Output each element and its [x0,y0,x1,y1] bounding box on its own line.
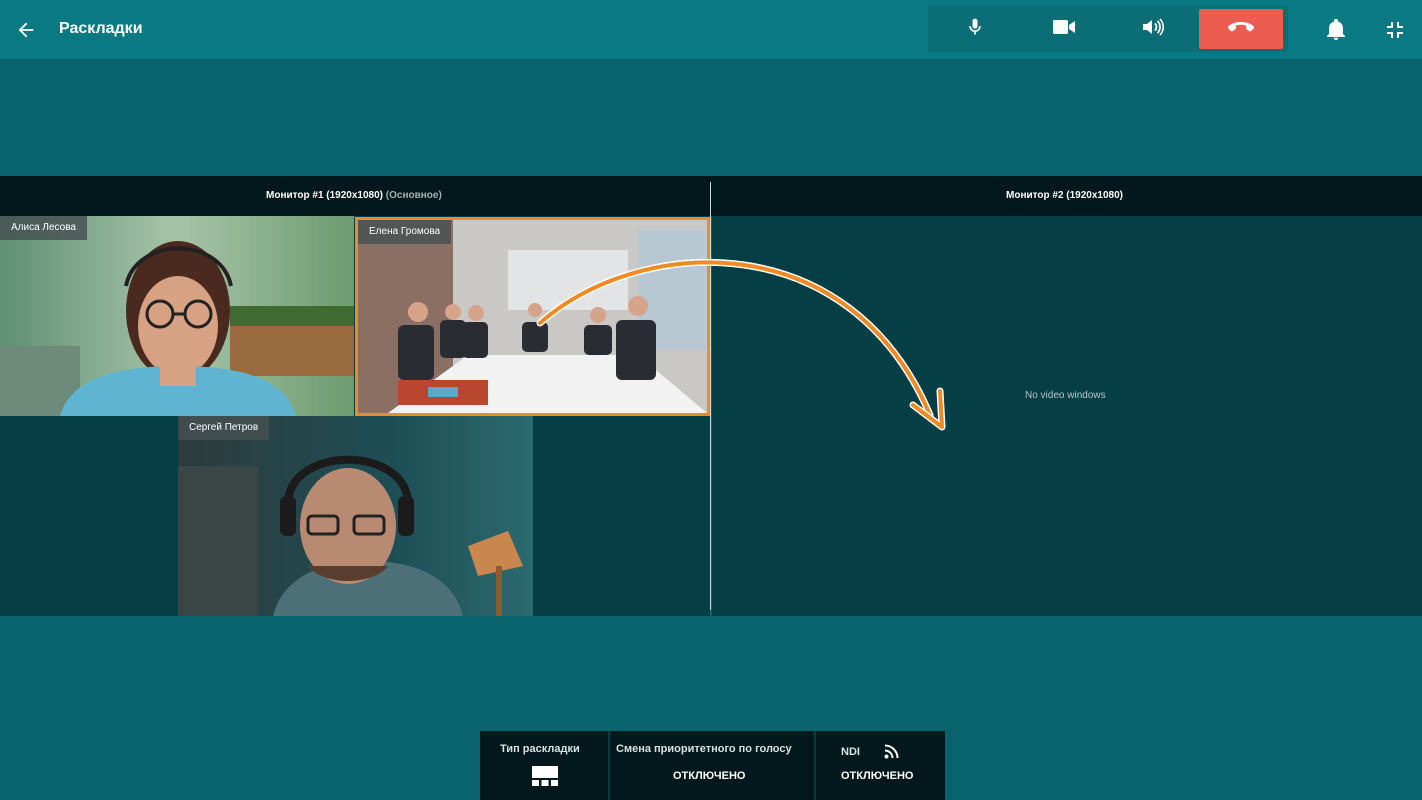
camera-button[interactable] [1034,9,1094,49]
speaker-volume-icon [1141,17,1165,42]
page-title: Раскладки [59,20,143,37]
monitor-1-name: Монитор #1 (1920x1080) [266,190,384,201]
arrow-left-icon[interactable] [12,16,40,44]
hang-up-button[interactable] [1199,9,1283,49]
participant-name-tag: Елена Громова [358,220,452,244]
monitor-1-title: Монитор #1 (1920x1080) (Основное) [266,190,442,201]
hang-up-phone-icon [1227,19,1255,40]
video-frame-sergey [178,416,533,616]
call-controls [928,6,1288,52]
video-camera-icon [1052,17,1076,42]
exit-fullscreen-icon[interactable] [1381,16,1409,44]
participant-name-tag: Сергей Петров [178,416,270,440]
layout-type-label: Тип раскладки [500,743,580,755]
layout-type-button[interactable]: Тип раскладки [480,731,608,800]
ndi-label: NDI [841,746,860,758]
ndi-value: ОТКЛЮЧЕНО [841,770,914,782]
voice-priority-label: Смена приоритетного по голосу [616,743,792,755]
video-tile-alice[interactable]: Алиса Лесова [0,216,354,416]
monitor-1-primary-label: (Основное) [385,190,442,201]
broadcast-rss-icon [884,744,899,764]
video-tile-sergey[interactable]: Сергей Петров [178,416,533,616]
monitor-2-empty-text: No video windows [1025,390,1106,401]
microphone-button[interactable] [945,9,1005,49]
monitor-2-title: Монитор #2 (1920x1080) [1006,190,1124,201]
participant-name-tag: Алиса Лесова [0,216,87,240]
monitors-header: Монитор #1 (1920x1080) (Основное) Монито… [0,176,1422,216]
ndi-toggle[interactable]: NDI ОТКЛЮЧЕНО [816,731,945,800]
bell-icon[interactable] [1322,16,1350,44]
drag-arrow-icon [536,258,946,431]
voice-priority-value: ОТКЛЮЧЕНО [673,770,746,782]
top-bar: Раскладки [0,0,1422,59]
speaker-button[interactable] [1123,9,1183,49]
voice-priority-toggle[interactable]: Смена приоритетного по голосу ОТКЛЮЧЕНО [610,731,814,800]
microphone-icon [965,17,985,42]
layout-settings-panel: Тип раскладки Смена приоритетного по гол… [480,731,945,800]
layout-grid-icon [532,766,558,791]
video-frame-alice [0,216,354,416]
